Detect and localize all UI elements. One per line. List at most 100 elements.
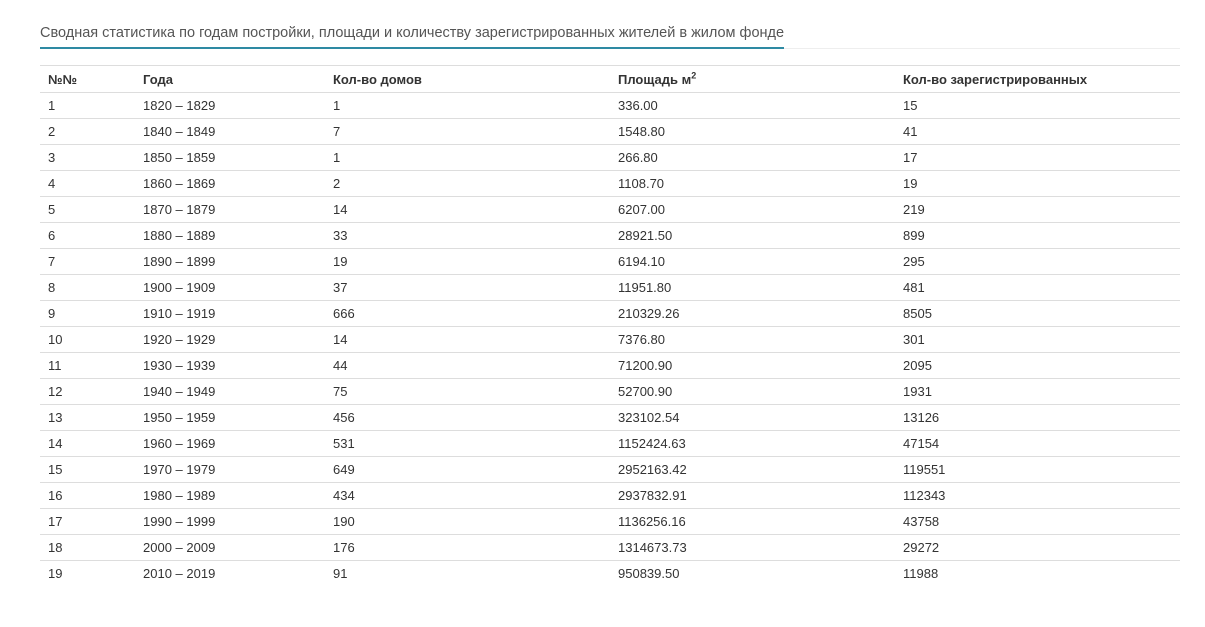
cell-area: 336.00 bbox=[610, 92, 895, 119]
cell-years: 1950 – 1959 bbox=[135, 404, 325, 431]
column-header-area-unit-sup: 2 bbox=[691, 70, 697, 81]
cell-houses: 91 bbox=[325, 560, 610, 587]
cell-number: 16 bbox=[40, 482, 135, 509]
cell-area: 52700.90 bbox=[610, 378, 895, 405]
cell-residents: 47154 bbox=[895, 430, 1180, 457]
table-row: 2 1840 – 1849 7 1548.80 41 bbox=[40, 118, 1180, 145]
column-header-houses: Кол-во домов bbox=[325, 65, 610, 93]
cell-years: 1850 – 1859 bbox=[135, 144, 325, 171]
cell-houses: 434 bbox=[325, 482, 610, 509]
cell-number: 4 bbox=[40, 170, 135, 197]
tab-statistics-title[interactable]: Сводная статистика по годам постройки, п… bbox=[40, 18, 785, 49]
cell-houses: 1 bbox=[325, 144, 610, 171]
table-row: 17 1990 – 1999 190 1136256.16 43758 bbox=[40, 508, 1180, 535]
cell-residents: 2095 bbox=[895, 352, 1180, 379]
cell-area: 2952163.42 bbox=[610, 456, 895, 483]
cell-area: 6207.00 bbox=[610, 196, 895, 223]
cell-residents: 219 bbox=[895, 196, 1180, 223]
cell-years: 2000 – 2009 bbox=[135, 534, 325, 561]
cell-years: 1930 – 1939 bbox=[135, 352, 325, 379]
cell-residents: 43758 bbox=[895, 508, 1180, 535]
cell-number: 9 bbox=[40, 300, 135, 327]
cell-years: 1840 – 1849 bbox=[135, 118, 325, 145]
cell-years: 1900 – 1909 bbox=[135, 274, 325, 301]
cell-number: 14 bbox=[40, 430, 135, 457]
cell-years: 1890 – 1899 bbox=[135, 248, 325, 275]
cell-number: 7 bbox=[40, 248, 135, 275]
cell-years: 1880 – 1889 bbox=[135, 222, 325, 249]
cell-number: 15 bbox=[40, 456, 135, 483]
cell-number: 12 bbox=[40, 378, 135, 405]
cell-houses: 75 bbox=[325, 378, 610, 405]
cell-residents: 29272 bbox=[895, 534, 1180, 561]
tab-bar: Сводная статистика по годам постройки, п… bbox=[40, 18, 1180, 49]
cell-years: 1910 – 1919 bbox=[135, 300, 325, 327]
cell-area: 210329.26 bbox=[610, 300, 895, 327]
cell-houses: 14 bbox=[325, 196, 610, 223]
cell-residents: 13126 bbox=[895, 404, 1180, 431]
cell-years: 1870 – 1879 bbox=[135, 196, 325, 223]
cell-number: 2 bbox=[40, 118, 135, 145]
cell-residents: 1931 bbox=[895, 378, 1180, 405]
table-row: 3 1850 – 1859 1 266.80 17 bbox=[40, 144, 1180, 171]
cell-houses: 190 bbox=[325, 508, 610, 535]
cell-number: 11 bbox=[40, 352, 135, 379]
cell-residents: 17 bbox=[895, 144, 1180, 171]
cell-houses: 2 bbox=[325, 170, 610, 197]
cell-residents: 899 bbox=[895, 222, 1180, 249]
cell-residents: 301 bbox=[895, 326, 1180, 353]
cell-area: 950839.50 bbox=[610, 560, 895, 587]
cell-years: 1990 – 1999 bbox=[135, 508, 325, 535]
cell-number: 18 bbox=[40, 534, 135, 561]
cell-years: 1820 – 1829 bbox=[135, 92, 325, 119]
table-row: 5 1870 – 1879 14 6207.00 219 bbox=[40, 196, 1180, 223]
table-row: 19 2010 – 2019 91 950839.50 11988 bbox=[40, 560, 1180, 587]
cell-houses: 456 bbox=[325, 404, 610, 431]
table-header-row: №№ Года Кол-во домов Площадь м2 Кол-во з… bbox=[40, 65, 1180, 93]
table-row: 18 2000 – 2009 176 1314673.73 29272 bbox=[40, 534, 1180, 561]
table-row: 14 1960 – 1969 531 1152424.63 47154 bbox=[40, 430, 1180, 457]
cell-number: 3 bbox=[40, 144, 135, 171]
table-row: 8 1900 – 1909 37 11951.80 481 bbox=[40, 274, 1180, 301]
column-header-number: №№ bbox=[40, 65, 135, 93]
cell-area: 1152424.63 bbox=[610, 430, 895, 457]
cell-area: 28921.50 bbox=[610, 222, 895, 249]
cell-number: 8 bbox=[40, 274, 135, 301]
cell-years: 1920 – 1929 bbox=[135, 326, 325, 353]
table-row: 6 1880 – 1889 33 28921.50 899 bbox=[40, 222, 1180, 249]
cell-houses: 19 bbox=[325, 248, 610, 275]
cell-years: 1940 – 1949 bbox=[135, 378, 325, 405]
cell-houses: 7 bbox=[325, 118, 610, 145]
column-header-residents: Кол-во зарегистрированных bbox=[895, 65, 1180, 93]
cell-years: 1970 – 1979 bbox=[135, 456, 325, 483]
table-row: 1 1820 – 1829 1 336.00 15 bbox=[40, 92, 1180, 119]
cell-residents: 112343 bbox=[895, 482, 1180, 509]
cell-houses: 649 bbox=[325, 456, 610, 483]
cell-area: 1136256.16 bbox=[610, 508, 895, 535]
column-header-area-label: Площадь м bbox=[618, 71, 692, 87]
cell-years: 1860 – 1869 bbox=[135, 170, 325, 197]
cell-residents: 295 bbox=[895, 248, 1180, 275]
cell-houses: 14 bbox=[325, 326, 610, 353]
table-row: 4 1860 – 1869 2 1108.70 19 bbox=[40, 170, 1180, 197]
cell-houses: 33 bbox=[325, 222, 610, 249]
table-row: 11 1930 – 1939 44 71200.90 2095 bbox=[40, 352, 1180, 379]
cell-houses: 1 bbox=[325, 92, 610, 119]
cell-residents: 41 bbox=[895, 118, 1180, 145]
cell-years: 1980 – 1989 bbox=[135, 482, 325, 509]
cell-number: 13 bbox=[40, 404, 135, 431]
cell-years: 2010 – 2019 bbox=[135, 560, 325, 587]
cell-residents: 15 bbox=[895, 92, 1180, 119]
cell-area: 6194.10 bbox=[610, 248, 895, 275]
cell-houses: 44 bbox=[325, 352, 610, 379]
cell-area: 323102.54 bbox=[610, 404, 895, 431]
cell-number: 17 bbox=[40, 508, 135, 535]
cell-number: 1 bbox=[40, 92, 135, 119]
cell-number: 10 bbox=[40, 326, 135, 353]
cell-houses: 666 bbox=[325, 300, 610, 327]
cell-area: 11951.80 bbox=[610, 274, 895, 301]
column-header-years: Года bbox=[135, 65, 325, 93]
table-body: 1 1820 – 1829 1 336.00 15 2 1840 – 1849 7 1548.8… bbox=[40, 92, 1180, 587]
cell-area: 2937832.91 bbox=[610, 482, 895, 509]
cell-residents: 481 bbox=[895, 274, 1180, 301]
